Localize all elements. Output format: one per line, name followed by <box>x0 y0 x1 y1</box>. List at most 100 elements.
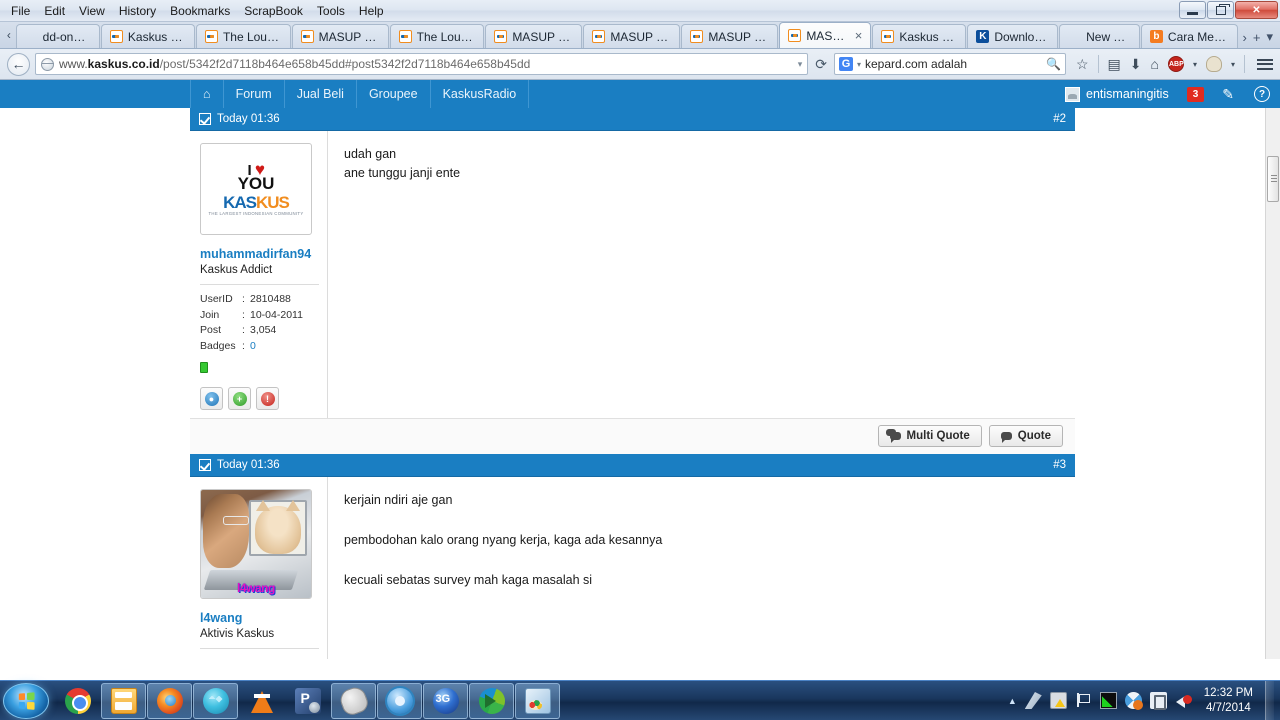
browser-tab[interactable]: b Cara Men... <box>1140 24 1238 48</box>
menu-history[interactable]: History <box>112 2 163 21</box>
nav-item-kaskusradio[interactable]: KaskusRadio <box>431 80 530 108</box>
bookmark-star-icon[interactable]: ☆ <box>1076 56 1089 73</box>
display-icon[interactable] <box>1099 692 1117 709</box>
nav-item-forum[interactable]: Forum <box>224 80 285 108</box>
quote-button[interactable]: Quote <box>988 425 1063 447</box>
browser-tab[interactable]: The Loun... <box>389 24 485 48</box>
tab-scroll-left-icon[interactable]: ‹ <box>2 22 16 48</box>
multi-quote-button[interactable]: Multi Quote <box>877 425 982 447</box>
browser-tab[interactable]: New Tab <box>1059 24 1140 48</box>
tab-label: Downloa... <box>994 29 1050 44</box>
show-desktop-button[interactable] <box>1265 680 1274 720</box>
scrollbar-thumb[interactable] <box>1267 156 1279 202</box>
user-menu[interactable]: entismaningitis <box>1055 80 1179 108</box>
menu-view[interactable]: View <box>72 2 112 21</box>
report-post-icon[interactable]: ! <box>256 387 279 410</box>
browser-window: File Edit View History Bookmarks ScrapBo… <box>0 0 1280 720</box>
nav-home-icon[interactable]: ⌂ <box>190 80 224 108</box>
menu-file[interactable]: File <box>4 2 37 21</box>
search-engine-caret-icon[interactable]: ▾ <box>857 60 861 69</box>
settings-gear-icon[interactable] <box>377 682 422 719</box>
adblock-caret-icon[interactable]: ▾ <box>1193 60 1197 69</box>
antivirus-icon[interactable] <box>1124 692 1143 710</box>
search-input-value[interactable]: kepard.com adalah <box>865 57 967 71</box>
menu-edit[interactable]: Edit <box>37 2 72 21</box>
browser-tab[interactable]: MASUP G... <box>681 24 779 48</box>
post-number[interactable]: #2 <box>1053 113 1066 125</box>
browser-tab[interactable]: K Downloa... <box>967 24 1059 48</box>
avatar[interactable]: l4wang <box>200 489 312 599</box>
firefox-icon[interactable] <box>147 682 192 719</box>
stat-value-badges[interactable]: 0 <box>250 339 256 355</box>
nav-item-jual-beli[interactable]: Jual Beli <box>285 80 357 108</box>
browser-tab[interactable]: The Loun... <box>195 24 291 48</box>
usb-eject-icon[interactable] <box>1149 692 1167 710</box>
avatar[interactable]: I ♥ YOU KASKUS THE LARGEST INDONESIAN CO… <box>200 143 312 235</box>
select-post-checkbox[interactable] <box>199 459 211 471</box>
page-scrollbar[interactable] <box>1265 108 1280 659</box>
browser-tab[interactable]: MASUP G... <box>583 24 681 48</box>
home-icon[interactable]: ⌂ <box>1151 56 1159 72</box>
address-bar[interactable]: www.kaskus.co.id/post/5342f2d7118b464e65… <box>35 53 809 75</box>
start-orb-icon[interactable] <box>3 682 49 719</box>
maximize-button[interactable] <box>1207 1 1234 19</box>
notifications-button[interactable]: 3 <box>1179 80 1213 108</box>
minimize-button[interactable] <box>1179 1 1206 19</box>
nav-item-groupee[interactable]: Groupee <box>357 80 431 108</box>
flag-icon[interactable] <box>1075 692 1092 709</box>
browser-tab-active[interactable]: MASU... × <box>779 22 872 48</box>
dropbox-icon[interactable] <box>193 682 238 719</box>
windows-explorer-icon[interactable] <box>101 682 146 719</box>
vlc-icon[interactable] <box>239 683 284 719</box>
reload-button[interactable]: ⟳ <box>813 56 829 73</box>
action-center-warning-icon[interactable] <box>1049 692 1067 709</box>
post-number[interactable]: #3 <box>1053 459 1066 471</box>
pdf-reader-icon[interactable] <box>285 683 330 719</box>
back-button[interactable]: ← <box>7 52 30 76</box>
blogger-favicon: b <box>1149 30 1163 43</box>
post-author-username[interactable]: muhammadirfan94 <box>200 247 319 261</box>
menu-help[interactable]: Help <box>352 2 391 21</box>
add-reputation-icon[interactable]: + <box>228 387 251 410</box>
volume-muted-icon[interactable] <box>1175 692 1192 709</box>
compose-pencil-icon[interactable]: ✎ <box>1212 80 1244 108</box>
menu-tools[interactable]: Tools <box>310 2 352 21</box>
select-post-checkbox[interactable] <box>199 113 211 125</box>
tab-scroll-right-icon[interactable]: › <box>1243 30 1247 45</box>
search-bar[interactable]: G ▾ kepard.com adalah 🔍 <box>833 53 1066 75</box>
ghostery-icon[interactable] <box>1205 56 1222 72</box>
browser-tab[interactable]: Kaskus - ... <box>872 24 967 48</box>
idm-icon[interactable] <box>469 682 514 719</box>
menu-scrapbook[interactable]: ScrapBook <box>237 2 310 21</box>
profile-icon[interactable]: ● <box>200 387 223 410</box>
search-magnifier-icon[interactable]: 🔍 <box>1046 57 1061 71</box>
show-hidden-icons-icon[interactable]: ▲ <box>1008 696 1017 706</box>
new-tab-button[interactable]: + <box>1253 30 1261 45</box>
url-dropdown-icon[interactable]: ▾ <box>798 59 803 70</box>
3g-modem-icon[interactable] <box>423 682 468 719</box>
post-author-username[interactable]: l4wang <box>200 611 319 625</box>
taskbar-clock[interactable]: 12:32 PM 4/7/2014 <box>1200 686 1257 716</box>
mouse-tool-icon[interactable] <box>331 682 376 719</box>
list-all-tabs-icon[interactable]: ▾ <box>1266 29 1273 45</box>
tab-close-icon[interactable]: × <box>851 28 863 43</box>
reader-list-icon[interactable]: ▤ <box>1108 56 1121 73</box>
adblock-plus-icon[interactable]: ABP <box>1167 56 1184 72</box>
paint-icon[interactable] <box>515 682 560 719</box>
help-icon[interactable]: ? <box>1244 80 1280 108</box>
close-button[interactable]: ✕ <box>1235 1 1278 19</box>
globe-icon <box>41 57 54 71</box>
tab-label: The Loun... <box>416 29 476 44</box>
downloads-icon[interactable]: ⬇ <box>1130 56 1142 73</box>
browser-tab[interactable]: dd-ons ... <box>15 24 100 48</box>
menu-hamburger-icon[interactable] <box>1257 58 1273 70</box>
browser-tab[interactable]: MASUP G... <box>291 24 389 48</box>
clock-date: 4/7/2014 <box>1206 701 1251 714</box>
network-icon[interactable] <box>1024 692 1042 709</box>
chrome-icon[interactable] <box>55 683 100 719</box>
stat-row: Post:3,054 <box>200 323 319 339</box>
browser-tab[interactable]: Kaskus - ... <box>100 24 195 48</box>
ghostery-caret-icon[interactable]: ▾ <box>1231 60 1235 69</box>
menu-bookmarks[interactable]: Bookmarks <box>163 2 237 21</box>
browser-tab[interactable]: MASUP G... <box>485 24 583 48</box>
